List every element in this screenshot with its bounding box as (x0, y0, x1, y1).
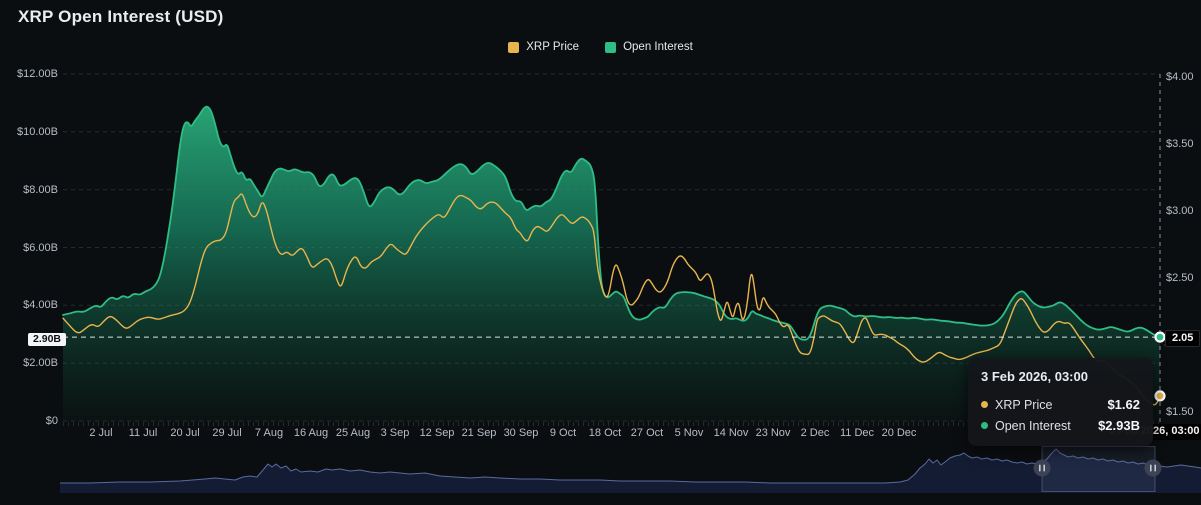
open-interest-current-badge: 2.90B (28, 333, 66, 346)
tooltip-header: 3 Feb 2026, 03:00 (981, 369, 1140, 384)
left-axis-label: $2.00B (0, 357, 58, 369)
left-axis-label: $8.00B (0, 184, 58, 196)
right-axis-label: $1.50 (1166, 406, 1194, 418)
x-axis-label: 2 Dec (801, 427, 830, 439)
x-axis-label: 11 Dec (840, 427, 874, 439)
x-axis-label: 18 Oct (589, 427, 621, 439)
tooltip-row: XRP Price $1.62 (981, 394, 1140, 415)
x-axis-label: 27 Oct (631, 427, 663, 439)
x-axis-label: 25 Aug (336, 427, 370, 439)
x-axis-label: 2 Jul (89, 427, 112, 439)
x-axis-label: 23 Nov (756, 427, 791, 439)
x-axis-label: 12 Sep (420, 427, 455, 439)
x-axis-label: 14 Nov (714, 427, 749, 439)
x-axis-label: 29 Jul (212, 427, 241, 439)
open-interest-dot-icon (981, 422, 988, 429)
range-navigator[interactable] (0, 445, 1201, 505)
price-axis-crosshair-badge: 2.05 (1165, 330, 1200, 347)
xrp-price-end-dot (1156, 391, 1165, 400)
left-axis-label: $12.00B (0, 68, 58, 80)
left-axis-label: $6.00B (0, 242, 58, 254)
xrp-price-dot-icon (981, 401, 988, 408)
navigator-handle-right[interactable] (1145, 460, 1162, 477)
tooltip-label: Open Interest (995, 419, 1098, 433)
left-axis-label: $10.00B (0, 126, 58, 138)
xrp-open-interest-chart: XRP Open Interest (USD) XRP Price Open I… (0, 0, 1201, 505)
right-axis-label: $3.00 (1166, 205, 1194, 217)
x-axis-label: 5 Nov (675, 427, 704, 439)
tooltip-value: $1.62 (1107, 397, 1140, 412)
navigator-area (60, 449, 1201, 493)
right-axis-label: $4.00 (1166, 71, 1194, 83)
x-axis-label: 20 Dec (882, 427, 917, 439)
x-axis-label: 21 Sep (462, 427, 497, 439)
left-axis-label: $0 (0, 415, 58, 427)
x-axis-label: 30 Sep (504, 427, 539, 439)
right-axis-label: $3.50 (1166, 138, 1194, 150)
tooltip-value: $2.93B (1098, 418, 1140, 433)
x-axis-label: 3 Sep (381, 427, 410, 439)
x-axis-label: 7 Aug (255, 427, 283, 439)
x-axis-label: 9 Oct (550, 427, 576, 439)
navigator-handle-left[interactable] (1034, 460, 1051, 477)
right-axis-label: $2.50 (1166, 272, 1194, 284)
navigator-selection[interactable] (1042, 447, 1155, 492)
x-axis-label: 20 Jul (170, 427, 199, 439)
tooltip-label: XRP Price (995, 398, 1107, 412)
chart-tooltip: 3 Feb 2026, 03:00 XRP Price $1.62 Open I… (968, 358, 1153, 446)
x-axis-label: 11 Jul (129, 427, 158, 439)
open-interest-end-dot (1156, 333, 1165, 342)
left-axis-label: $4.00B (0, 299, 58, 311)
x-axis-label: 16 Aug (294, 427, 328, 439)
tooltip-row: Open Interest $2.93B (981, 415, 1140, 436)
